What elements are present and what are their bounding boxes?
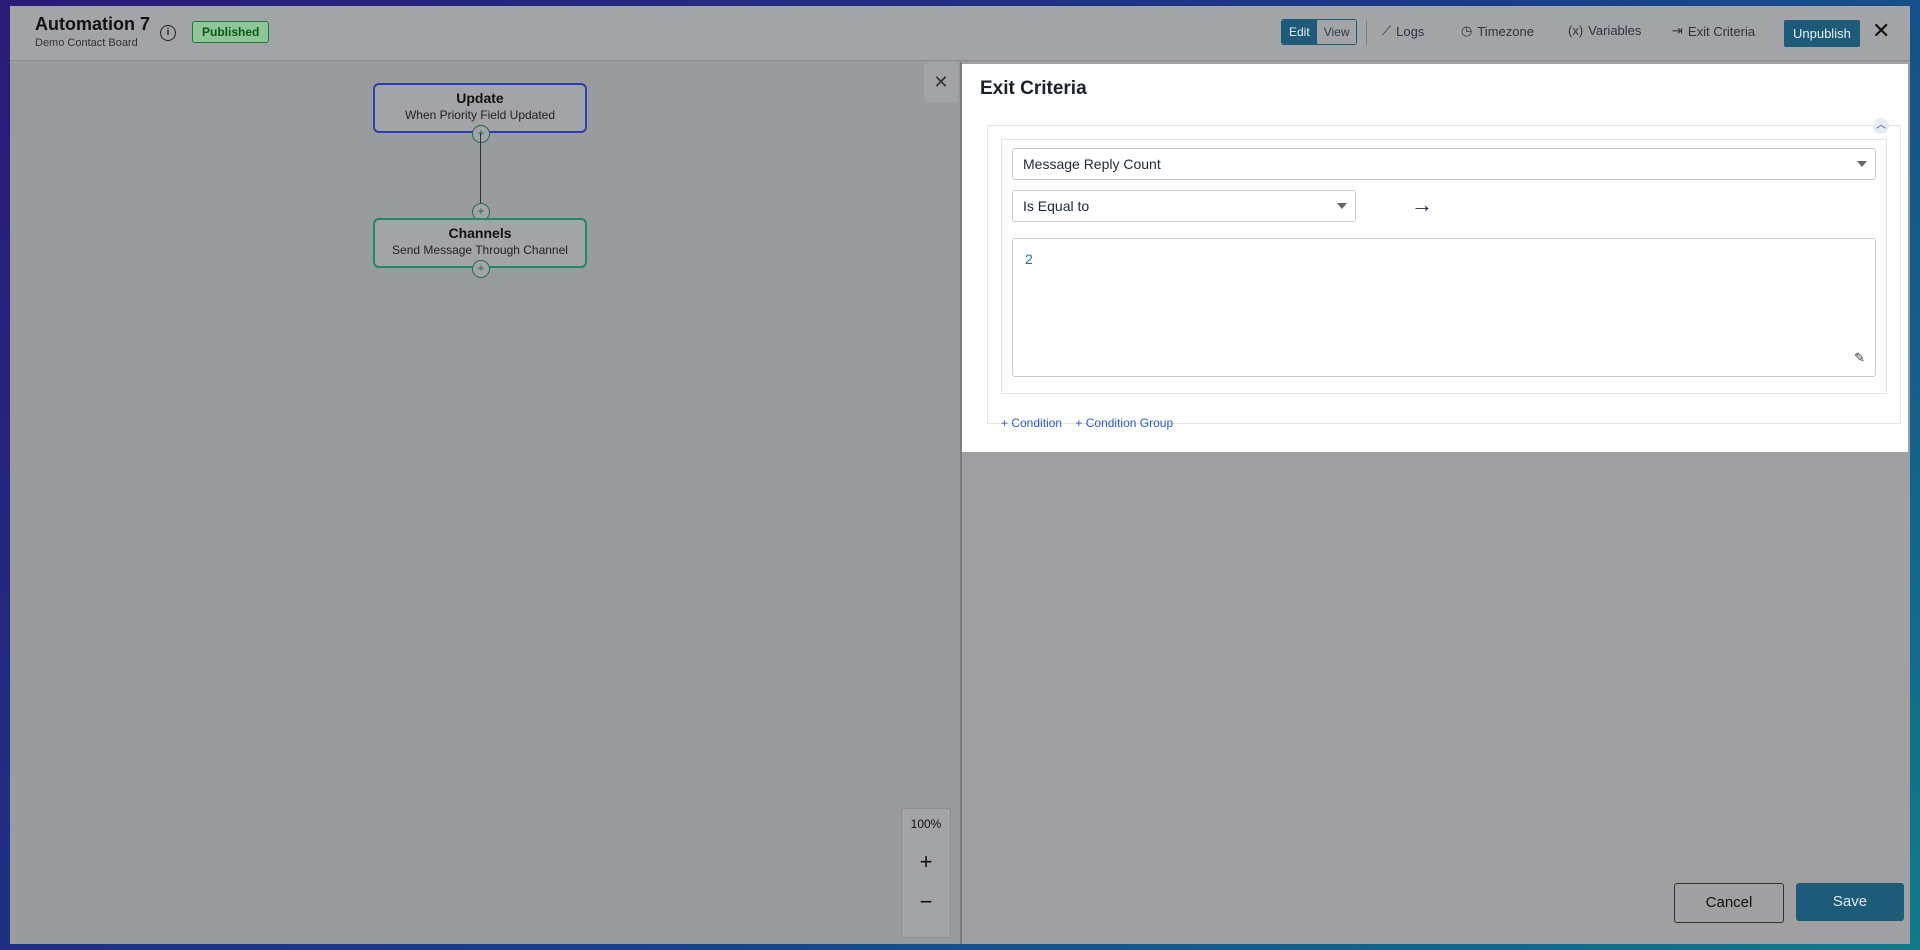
exit-icon: ⇥	[1672, 23, 1683, 38]
top-header: Automation 7 Demo Contact Board i Publis…	[10, 6, 1910, 61]
variables-label: Variables	[1588, 23, 1642, 38]
cancel-button[interactable]: Cancel	[1674, 883, 1784, 923]
chevron-up-icon[interactable]: ︿	[1873, 118, 1889, 134]
variables-button[interactable]: (x) Variables	[1568, 23, 1641, 38]
add-condition-group-link[interactable]: + Condition Group	[1075, 416, 1173, 430]
panel-close-icon[interactable]: ✕	[924, 62, 958, 102]
variable-icon: (x)	[1568, 23, 1584, 38]
operator-select[interactable]: Is Equal to	[1012, 190, 1356, 222]
automation-title: Automation 7	[35, 14, 150, 34]
exit-criteria-button[interactable]: ⇥ Exit Criteria	[1672, 23, 1755, 39]
node-title: Channels	[448, 225, 512, 241]
zoom-in-button[interactable]: +	[902, 849, 950, 875]
exit-criteria-panel: Exit Criteria ︿ Message Reply Count Is E…	[962, 64, 1908, 452]
value-text: 2	[1025, 251, 1033, 267]
logs-button[interactable]: ⟋ Logs	[1382, 23, 1424, 39]
save-button[interactable]: Save	[1796, 883, 1904, 921]
edit-view-toggle: Edit View	[1281, 19, 1358, 45]
activity-icon: ⟋	[1382, 23, 1392, 38]
zoom-control: 100% + −	[901, 808, 951, 938]
exit-criteria-label: Exit Criteria	[1687, 23, 1756, 39]
info-icon[interactable]: i	[160, 25, 176, 41]
operator-select-value: Is Equal to	[1023, 198, 1090, 214]
unpublish-button[interactable]: Unpublish	[1784, 20, 1860, 47]
timezone-button[interactable]: ◷ Timezone	[1461, 23, 1534, 39]
arrow-right-icon: →	[1411, 192, 1433, 217]
condition-row: Message Reply Count Is Equal to → 2 ✎	[1001, 139, 1887, 394]
value-input[interactable]: 2 ✎	[1012, 238, 1876, 377]
zoom-out-button[interactable]: −	[902, 889, 950, 915]
add-condition-link[interactable]: + Condition	[1001, 416, 1062, 430]
clock-icon: ◷	[1461, 23, 1473, 38]
edit-toggle-button[interactable]: Edit	[1282, 20, 1317, 44]
board-subtitle: Demo Contact Board	[35, 37, 138, 49]
header-divider	[1366, 21, 1367, 45]
pencil-icon[interactable]: ✎	[1854, 350, 1865, 366]
field-select-value: Message Reply Count	[1023, 156, 1161, 172]
node-subtitle: When Priority Field Updated	[404, 108, 556, 122]
flow-connector	[480, 133, 481, 211]
chevron-down-icon	[1857, 161, 1867, 167]
chevron-down-icon	[1337, 203, 1347, 209]
title-block: Automation 7 Demo Contact Board	[35, 14, 150, 49]
add-links: + Condition + Condition Group	[1001, 416, 1183, 430]
panel-title: Exit Criteria	[980, 78, 1087, 99]
zoom-level: 100%	[910, 817, 942, 831]
condition-group: ︿ Message Reply Count Is Equal to → 2 ✎ …	[987, 118, 1901, 430]
field-select[interactable]: Message Reply Count	[1012, 148, 1876, 180]
add-step-plus-icon[interactable]: +	[472, 125, 490, 143]
add-step-plus-icon[interactable]: +	[472, 260, 490, 278]
app-window: Automation 7 Demo Contact Board i Publis…	[10, 6, 1910, 944]
node-subtitle: Send Message Through Channel	[392, 243, 568, 257]
node-title: Update	[456, 90, 504, 106]
logs-label: Logs	[1396, 23, 1425, 39]
close-icon[interactable]: ✕	[1872, 20, 1890, 42]
status-badge: Published	[192, 21, 270, 43]
timezone-label: Timezone	[1477, 23, 1534, 39]
view-toggle-button[interactable]: View	[1316, 20, 1357, 44]
